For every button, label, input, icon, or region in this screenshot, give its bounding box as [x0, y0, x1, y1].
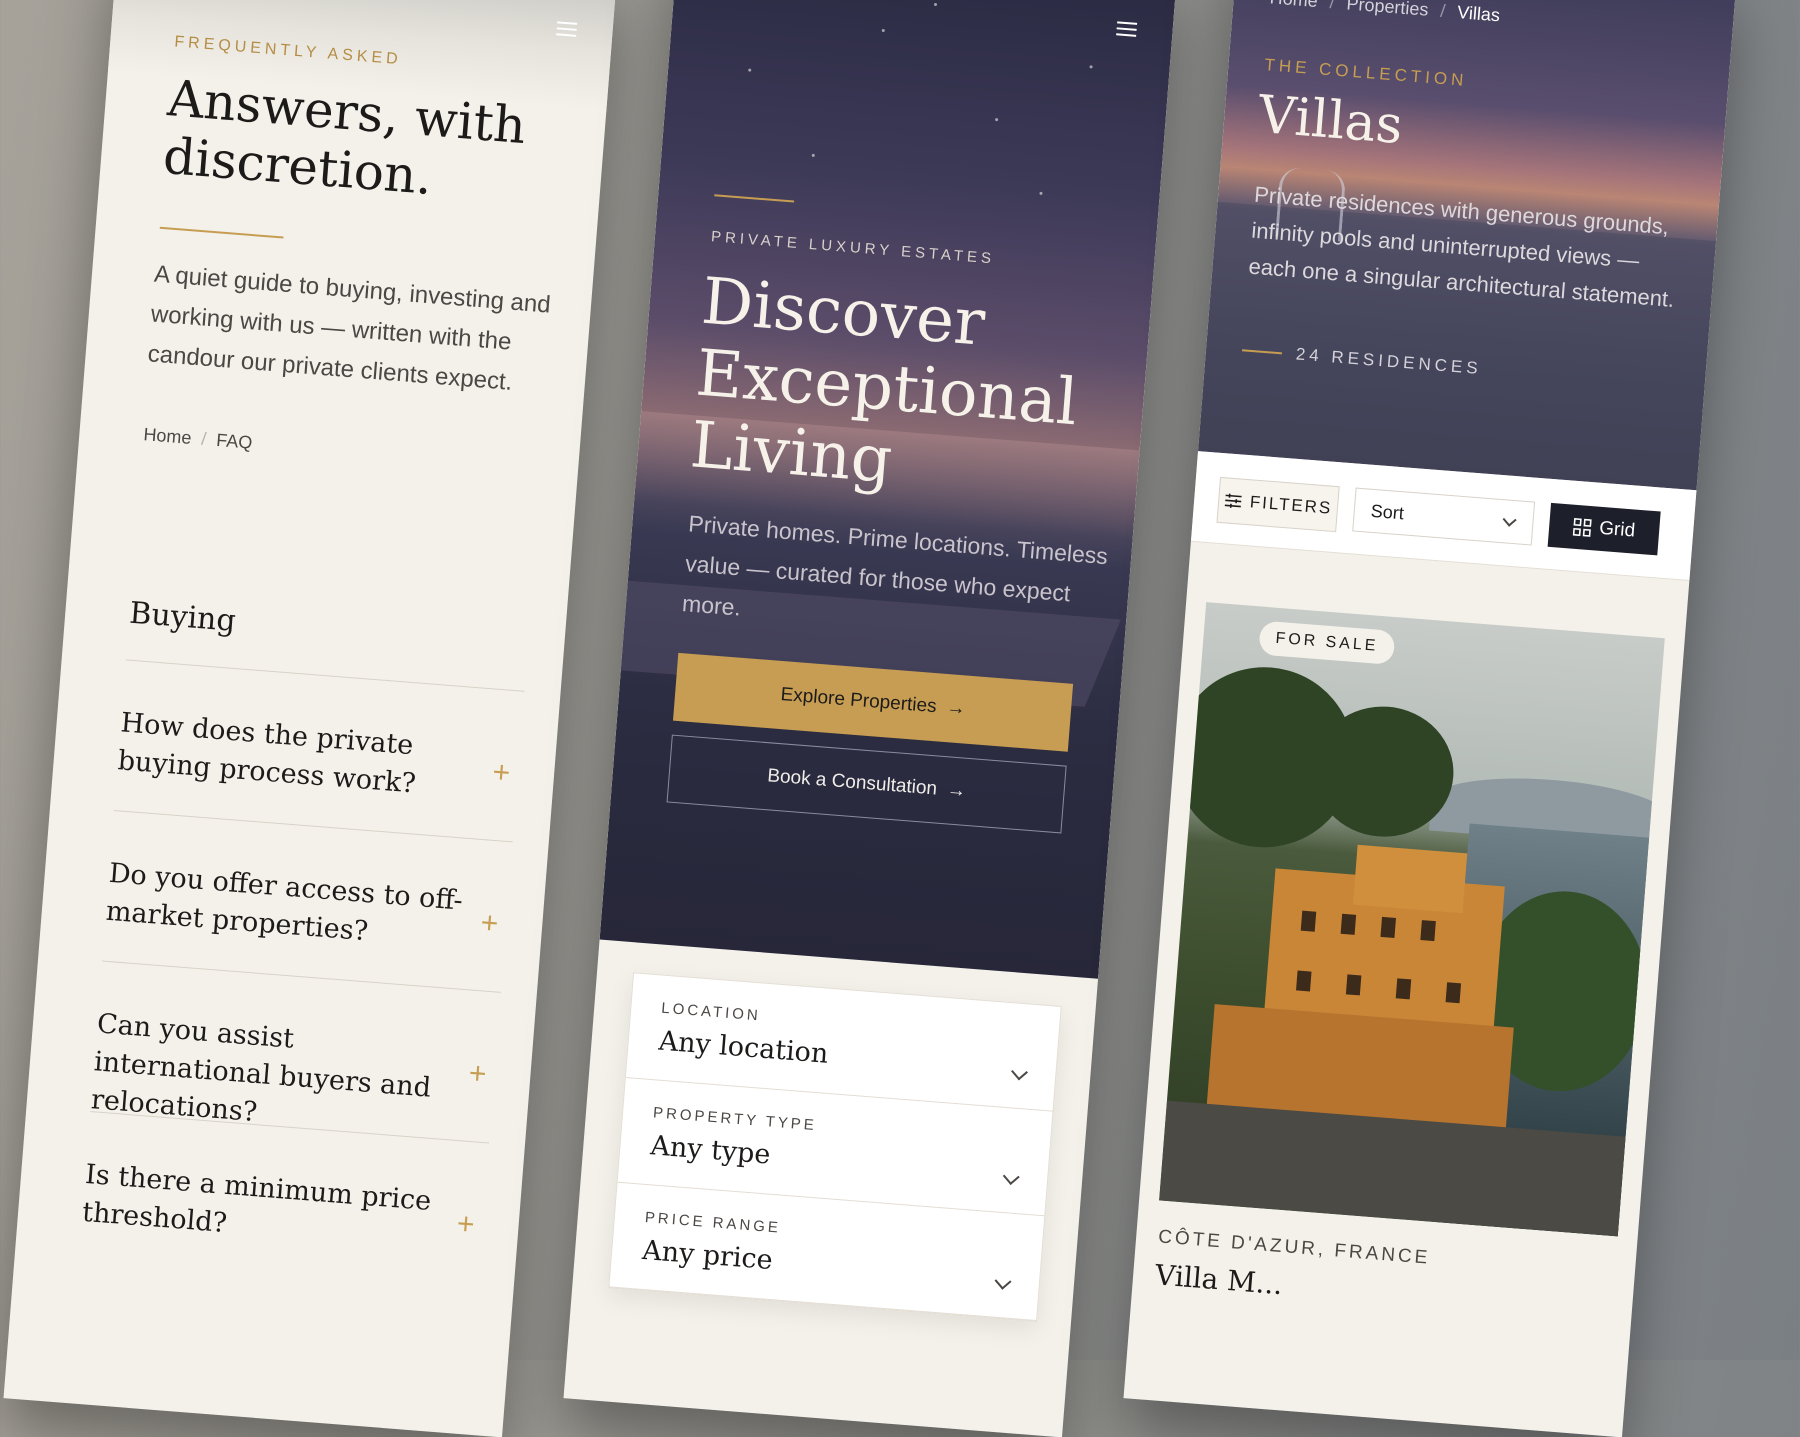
star	[748, 69, 751, 72]
chevron-down-icon	[1503, 513, 1517, 527]
arrow-right-icon: →	[946, 697, 967, 720]
villa-window	[1446, 982, 1462, 1003]
chevron-down-icon	[995, 1273, 1012, 1290]
plus-icon[interactable]: +	[479, 906, 499, 941]
faq-screen: FREQUENTLY ASKED Answers, with discretio…	[3, 0, 616, 1437]
breadcrumb-separator: /	[201, 429, 208, 449]
breadcrumb-separator: /	[1440, 1, 1447, 21]
filters-button[interactable]: FILTERS	[1216, 477, 1339, 532]
star	[1089, 65, 1092, 68]
title-divider	[160, 227, 284, 239]
field-value: Any location	[658, 1026, 830, 1070]
chevron-down-icon	[1003, 1168, 1020, 1185]
hero-title: Discover Exceptional Living	[688, 266, 1144, 516]
faq-section-title: Buying	[128, 596, 237, 639]
count-divider	[1242, 349, 1282, 354]
star	[934, 3, 937, 6]
listing-name[interactable]: Villa M...	[1154, 1258, 1284, 1301]
star	[882, 29, 885, 32]
breadcrumb-home[interactable]: Home	[143, 424, 192, 448]
grid-icon	[1573, 518, 1592, 537]
villas-title: Villas	[1256, 85, 1404, 156]
field-label: PRICE RANGE	[644, 1209, 781, 1237]
villa-window	[1301, 911, 1317, 932]
field-label: LOCATION	[661, 1000, 762, 1025]
villa-tower	[1353, 845, 1467, 913]
faq-intro: A quiet guide to buying, investing and w…	[146, 255, 574, 408]
star	[1039, 192, 1042, 195]
field-value: Any type	[649, 1130, 771, 1170]
field-value: Any price	[641, 1235, 774, 1276]
plus-icon[interactable]: +	[491, 756, 511, 791]
consultation-label: Book a Consultation	[767, 765, 938, 800]
faq-question: How does the private buying process work…	[116, 704, 481, 808]
property-search: LOCATION Any location PROPERTY TYPE Any …	[608, 972, 1062, 1322]
plus-icon[interactable]: +	[456, 1207, 476, 1242]
field-label: PROPERTY TYPE	[652, 1104, 817, 1134]
breadcrumb: Home / FAQ	[143, 424, 253, 453]
home-screen: PRIVATE LUXURY ESTATES Discover Exceptio…	[563, 0, 1176, 1437]
star	[995, 118, 998, 121]
faq-question: Do you offer access to off-market proper…	[104, 855, 469, 959]
grid-label: Grid	[1598, 518, 1636, 543]
chevron-down-icon	[1011, 1063, 1028, 1080]
listing-card-image[interactable]: FOR SALE	[1159, 602, 1665, 1236]
arrow-right-icon: →	[946, 779, 967, 802]
menu-icon[interactable]	[1116, 21, 1137, 37]
sort-label: Sort	[1370, 500, 1405, 524]
sort-select[interactable]: Sort	[1352, 488, 1535, 546]
villa-window	[1396, 978, 1412, 999]
villa-window	[1341, 914, 1357, 935]
explore-label: Explore Properties	[780, 684, 938, 718]
villa-window	[1380, 917, 1396, 938]
breadcrumb-separator: /	[1329, 0, 1336, 12]
breadcrumb-current: Villas	[1457, 2, 1501, 25]
breadcrumb-current: FAQ	[216, 430, 253, 453]
star	[812, 154, 815, 157]
villa-window	[1296, 970, 1312, 991]
faq-question: Is there a minimum price threshold?	[81, 1156, 446, 1260]
menu-icon[interactable]	[556, 21, 577, 37]
plus-icon[interactable]: +	[468, 1057, 488, 1092]
grid-view-button[interactable]: Grid	[1548, 503, 1661, 555]
showcase-stage: FREQUENTLY ASKED Answers, with discretio…	[0, 0, 1800, 1360]
for-sale-badge: FOR SALE	[1258, 621, 1395, 665]
faq-item[interactable]: Is there a minimum price threshold? +	[78, 1111, 489, 1293]
villas-screen: Home/Properties/Villas THE COLLECTION Vi…	[1123, 0, 1736, 1437]
sliders-icon	[1223, 492, 1242, 509]
villa-window	[1346, 974, 1362, 995]
filters-label: FILTERS	[1249, 492, 1333, 518]
faq-list: How does the private buying process work…	[78, 659, 524, 1293]
villa-window	[1420, 920, 1436, 941]
